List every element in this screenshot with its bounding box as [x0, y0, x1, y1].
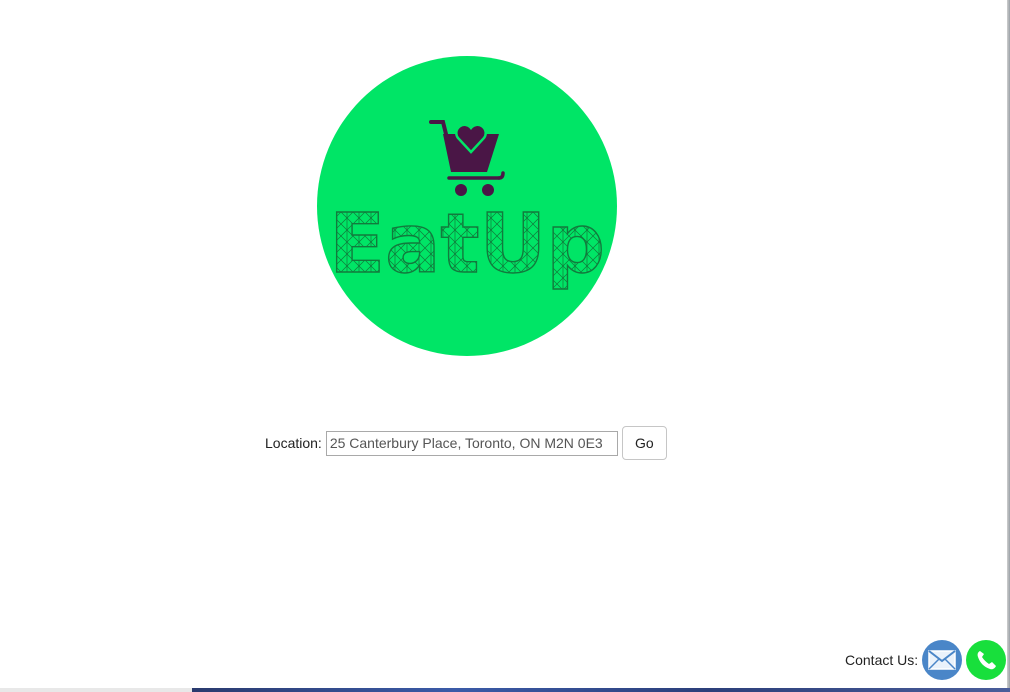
eatup-logo: EatUp [317, 56, 617, 356]
shopping-cart-heart-icon [429, 120, 505, 196]
brand-name: EatUp [329, 197, 605, 292]
page: EatUp Location: Go Contact Us: [0, 0, 1010, 692]
location-form: Location: Go [265, 426, 667, 460]
phone-icon[interactable] [966, 640, 1007, 680]
contact-section: Contact Us: [845, 640, 1007, 680]
location-label: Location: [265, 435, 322, 451]
email-icon[interactable] [922, 640, 963, 680]
desktop-strip [0, 688, 1010, 692]
logo-graphic: EatUp [328, 120, 606, 293]
contact-label: Contact Us: [845, 652, 919, 668]
go-button[interactable]: Go [621, 426, 667, 460]
location-input[interactable] [325, 430, 618, 456]
